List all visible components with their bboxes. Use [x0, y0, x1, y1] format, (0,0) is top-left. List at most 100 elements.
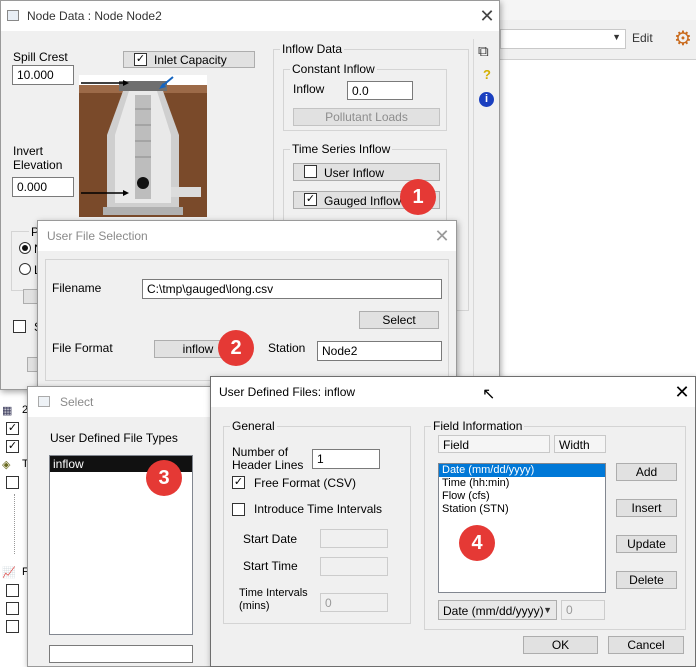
- spill-crest-field[interactable]: 10.000: [12, 65, 74, 85]
- free-format-checkbox[interactable]: ✓: [232, 476, 245, 489]
- field-type-value: Date (mm/dd/yyyy): [443, 604, 544, 618]
- width-column-header: Width: [554, 435, 606, 453]
- user-defined-files-dialog: User Defined Files: inflow ↖ ✕ General N…: [210, 376, 696, 667]
- copy-icon[interactable]: ⧉: [478, 43, 489, 60]
- field-information-label: Field Information: [431, 419, 525, 433]
- file-format-label: File Format: [52, 341, 113, 355]
- delete-button[interactable]: Delete: [616, 571, 677, 589]
- radio-button[interactable]: [19, 242, 31, 254]
- time-series-label: Time Series Inflow: [290, 142, 393, 156]
- callout-badge-1: 1: [400, 179, 436, 215]
- close-icon[interactable]: ✕: [671, 381, 693, 403]
- update-button[interactable]: Update: [616, 535, 677, 553]
- constant-inflow-label: Constant Inflow: [290, 62, 377, 76]
- station-field[interactable]: Node2: [317, 341, 442, 361]
- window-icon: [38, 396, 50, 407]
- callout-badge-4: 4: [459, 525, 495, 561]
- field-column-label: Field: [443, 438, 470, 452]
- start-time-field[interactable]: [320, 557, 388, 576]
- inflow-label: Inflow: [293, 82, 325, 96]
- tree-checkbox[interactable]: [6, 584, 19, 597]
- gear-icon[interactable]: ⚙: [674, 26, 692, 51]
- field-column-header: Field: [438, 435, 550, 453]
- header-lines-label-2: Header Lines: [232, 458, 304, 472]
- inlet-capacity-label: Inlet Capacity: [154, 53, 227, 67]
- list-item[interactable]: Time (hh:min): [439, 477, 605, 490]
- user-defined-files-titlebar: User Defined Files: inflow ↖ ✕: [211, 377, 695, 407]
- select-bottom-field[interactable]: [49, 645, 193, 663]
- user-file-selection-dialog: User File Selection ✕ Filename C:\tmp\ga…: [37, 220, 457, 392]
- tree-checkbox[interactable]: [6, 476, 19, 489]
- inflow-field[interactable]: 0.0: [347, 81, 413, 100]
- insert-button[interactable]: Insert: [616, 499, 677, 517]
- start-date-label: Start Date: [243, 532, 298, 546]
- start-time-label: Start Time: [243, 559, 298, 573]
- select-titlebar: Select: [28, 387, 212, 417]
- invert-label-1: Invert: [13, 144, 44, 158]
- close-icon[interactable]: ✕: [431, 225, 453, 247]
- pollutant-loads-button[interactable]: Pollutant Loads: [293, 108, 440, 126]
- ok-button[interactable]: OK: [523, 636, 598, 654]
- info-icon[interactable]: i: [479, 92, 494, 107]
- field-width-field[interactable]: 0: [561, 600, 605, 620]
- cancel-button[interactable]: Cancel: [608, 636, 684, 654]
- user-inflow-checkbox[interactable]: [304, 165, 317, 178]
- help-icon[interactable]: ?: [483, 67, 491, 82]
- chevron-down-icon[interactable]: ▼: [612, 32, 621, 42]
- field-type-dropdown[interactable]: Date (mm/dd/yyyy) ▼: [438, 600, 557, 620]
- partial-checkbox-fragment[interactable]: [13, 320, 26, 333]
- inflow-data-label: Inflow Data: [280, 42, 345, 56]
- callout-badge-3: 3: [146, 460, 182, 496]
- user-inflow-label: User Inflow: [324, 166, 385, 180]
- radio-button[interactable]: [19, 263, 31, 275]
- gauged-inflow-label: Gauged Inflow: [324, 194, 402, 208]
- node-data-titlebar: Node Data : Node Node2 ✕: [1, 1, 499, 31]
- chart-icon: 📈: [2, 567, 16, 579]
- tree-dotted-line: [14, 494, 15, 554]
- station-label: Station: [268, 341, 306, 355]
- layer-icon: ◈: [2, 459, 11, 471]
- width-column-label: Width: [559, 438, 590, 452]
- free-format-label: Free Format (CSV): [254, 476, 357, 490]
- field-list[interactable]: Date (mm/dd/yyyy) Time (hh:min) Flow (cf…: [438, 463, 606, 593]
- tree-checkbox[interactable]: [6, 602, 19, 615]
- node-data-title: Node Data : Node Node2: [27, 9, 162, 23]
- header-lines-label-1: Number of: [232, 445, 289, 459]
- mouse-cursor-icon: ↖: [482, 386, 496, 403]
- add-button[interactable]: Add: [616, 463, 677, 481]
- background-combobox[interactable]: ▼: [500, 29, 626, 49]
- edit-menu-label[interactable]: Edit: [632, 31, 653, 45]
- time-intervals-label-1: Time Intervals: [239, 587, 308, 599]
- close-icon[interactable]: ✕: [476, 5, 498, 27]
- list-item[interactable]: Station (STN): [439, 503, 605, 516]
- filename-label: Filename: [52, 281, 102, 295]
- filename-field[interactable]: C:\tmp\gauged\long.csv: [142, 279, 442, 299]
- tree-checkbox[interactable]: [6, 620, 19, 633]
- select-file-button[interactable]: Select: [359, 311, 439, 329]
- start-date-field[interactable]: [320, 529, 388, 548]
- introduce-intervals-checkbox[interactable]: [232, 503, 245, 516]
- select-title: Select: [60, 395, 94, 409]
- user-file-selection-title: User File Selection: [47, 229, 148, 243]
- introduce-intervals-label: Introduce Time Intervals: [254, 502, 383, 516]
- select-dialog: Select User Defined File Types inflow 3: [27, 386, 213, 667]
- tree-checkbox[interactable]: ✓: [6, 422, 19, 435]
- user-defined-file-types-label: User Defined File Types: [50, 431, 178, 445]
- gauged-inflow-checkbox[interactable]: ✓: [304, 193, 317, 206]
- callout-badge-2: 2: [218, 330, 254, 366]
- general-label: General: [230, 419, 277, 433]
- inlet-capacity-checkbox[interactable]: ✓: [134, 53, 147, 66]
- header-lines-field[interactable]: 1: [312, 449, 380, 469]
- list-item[interactable]: Date (mm/dd/yyyy): [439, 464, 605, 477]
- time-intervals-field[interactable]: 0: [320, 593, 388, 612]
- manhole-illustration: [79, 75, 207, 217]
- tree-checkbox[interactable]: ✓: [6, 440, 19, 453]
- inlet-capacity-button[interactable]: ✓ Inlet Capacity: [123, 51, 255, 68]
- time-intervals-label-2: (mins): [239, 600, 270, 612]
- side-toolbar: ⧉ ? i: [473, 39, 499, 391]
- spill-crest-label: Spill Crest: [13, 50, 68, 64]
- chevron-down-icon[interactable]: ▼: [543, 605, 552, 615]
- list-item[interactable]: Flow (cfs): [439, 490, 605, 503]
- invert-label-2: Elevation: [13, 158, 63, 172]
- invert-elevation-field[interactable]: 0.000: [12, 177, 74, 197]
